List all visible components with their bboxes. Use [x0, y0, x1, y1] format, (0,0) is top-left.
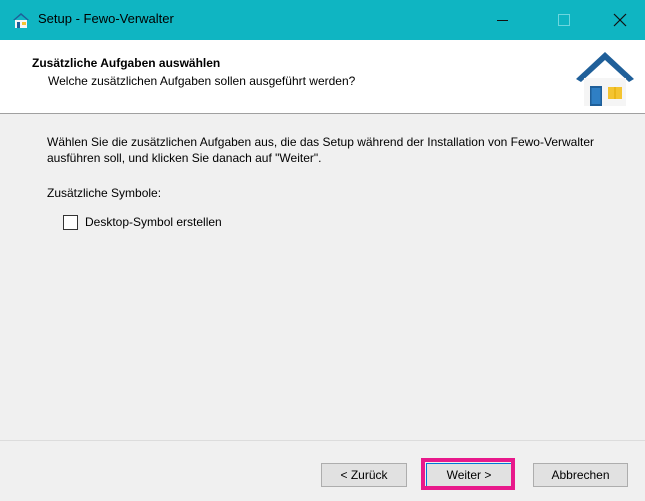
cancel-button[interactable]: Abbrechen: [533, 463, 628, 487]
desktop-symbol-checkbox[interactable]: [63, 215, 78, 230]
title-bar[interactable]: Setup - Fewo-Verwalter: [0, 0, 645, 40]
maximize-icon[interactable]: [540, 0, 586, 40]
wizard-footer: < Zurück Weiter > Abbrechen: [0, 440, 645, 501]
page-title: Zusätzliche Aufgaben auswählen: [32, 56, 221, 70]
close-icon[interactable]: [597, 0, 643, 40]
house-logo-icon: [574, 46, 636, 111]
description-text: Wählen Sie die zusätzlichen Aufgaben aus…: [47, 135, 594, 165]
back-button[interactable]: < Zurück: [321, 463, 407, 487]
section-label: Zusätzliche Symbole:: [47, 186, 162, 200]
next-button[interactable]: Weiter >: [426, 463, 512, 487]
minimize-icon[interactable]: [480, 0, 526, 40]
window-title: Setup - Fewo-Verwalter: [38, 11, 174, 26]
tasks-panel: Wählen Sie die zusätzlichen Aufgaben aus…: [0, 114, 645, 440]
wizard-header: Zusätzliche Aufgaben auswählen Welche zu…: [0, 40, 645, 114]
desktop-symbol-label[interactable]: Desktop-Symbol erstellen: [85, 215, 222, 229]
page-subtitle: Welche zusätzlichen Aufgaben sollen ausg…: [48, 74, 356, 88]
house-icon: [12, 11, 30, 29]
